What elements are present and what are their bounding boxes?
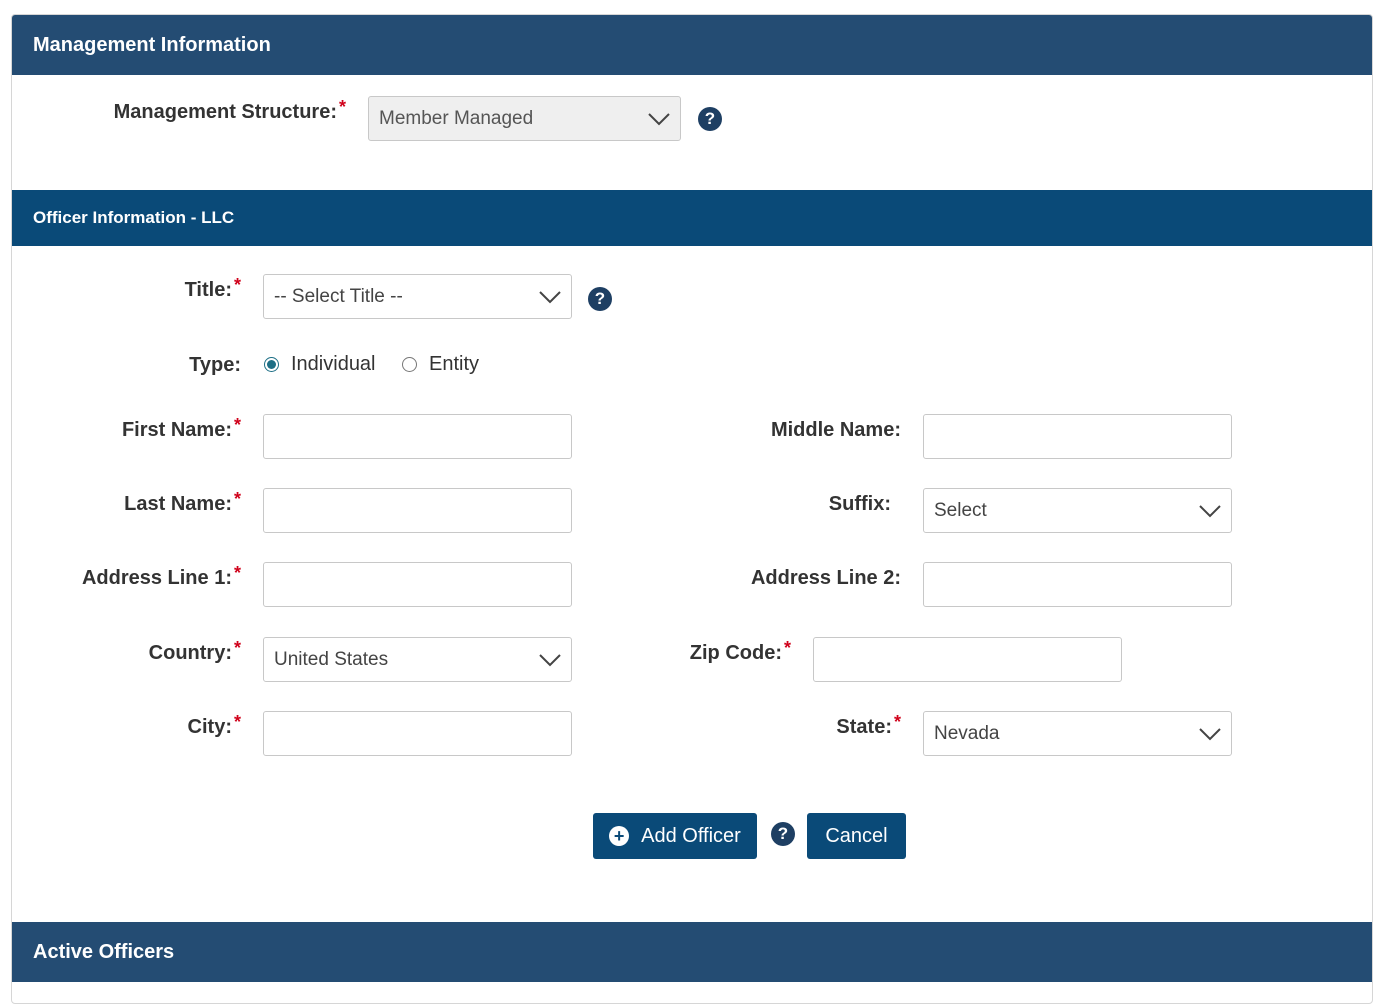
title-label: Title: * (184, 275, 241, 301)
plus-circle-icon: + (609, 826, 630, 846)
form-panel: Management Information Management Struct… (11, 14, 1373, 1004)
question-circle-icon[interactable]: ? (698, 107, 722, 131)
type-entity-option[interactable]: Entity (402, 353, 479, 376)
address-line1-label: Address Line 1: * (81, 563, 241, 589)
individual-radio[interactable] (264, 357, 279, 372)
question-circle-icon[interactable]: ? (771, 822, 795, 846)
chevron-down-icon (1199, 504, 1221, 517)
first-name-input[interactable] (263, 414, 572, 459)
address-line1-input[interactable] (263, 562, 572, 607)
address-line2-label: Address Line 2: (750, 567, 901, 589)
officer-header-title: Officer Information - LLC (33, 208, 235, 227)
first-name-label: First Name: * (121, 415, 241, 441)
required-marker: * (233, 638, 241, 658)
chevron-down-icon (539, 653, 561, 666)
chevron-down-icon (539, 290, 561, 303)
management-structure-select[interactable]: Member Managed (368, 96, 681, 141)
type-label: Type: (189, 354, 241, 376)
add-officer-button[interactable]: + Add Officer (593, 813, 757, 859)
country-select[interactable]: United States (263, 637, 572, 682)
required-marker: * (338, 97, 346, 117)
active-officers-title: Active Officers (33, 940, 175, 963)
country-label: Country: * (148, 638, 241, 664)
cancel-button[interactable]: Cancel (807, 813, 906, 859)
city-label: City: * (187, 712, 241, 738)
chevron-down-icon (648, 112, 670, 125)
state-label: State: * (836, 712, 901, 738)
address-line2-input[interactable] (923, 562, 1232, 607)
management-header-title: Management Information (33, 33, 271, 56)
active-officers-header: Active Officers (12, 922, 1372, 982)
required-marker: * (233, 489, 241, 509)
management-structure-label: Management Structure: * (113, 97, 346, 123)
chevron-down-icon (1199, 727, 1221, 740)
required-marker: * (893, 712, 901, 732)
suffix-select[interactable]: Select (923, 488, 1232, 533)
last-name-input[interactable] (263, 488, 572, 533)
required-marker: * (233, 712, 241, 732)
required-marker: * (233, 415, 241, 435)
middle-name-input[interactable] (923, 414, 1232, 459)
required-marker: * (233, 275, 241, 295)
entity-radio[interactable] (402, 357, 417, 372)
officer-header: Officer Information - LLC (12, 190, 1372, 246)
state-select[interactable]: Nevada (923, 711, 1232, 756)
individual-radio-label: Individual (291, 353, 376, 375)
zip-code-input[interactable] (813, 637, 1122, 682)
required-marker: * (233, 563, 241, 583)
type-individual-option[interactable]: Individual (264, 353, 376, 376)
title-select[interactable]: -- Select Title -- (263, 274, 572, 319)
zip-code-label: Zip Code: * (689, 638, 791, 664)
entity-radio-label: Entity (429, 353, 480, 375)
last-name-label: Last Name: * (124, 489, 241, 515)
management-header: Management Information (12, 15, 1372, 75)
middle-name-label: Middle Name: (770, 419, 901, 441)
question-circle-icon[interactable]: ? (588, 287, 612, 311)
suffix-label: Suffix: (828, 493, 891, 515)
required-marker: * (783, 638, 791, 658)
city-input[interactable] (263, 711, 572, 756)
